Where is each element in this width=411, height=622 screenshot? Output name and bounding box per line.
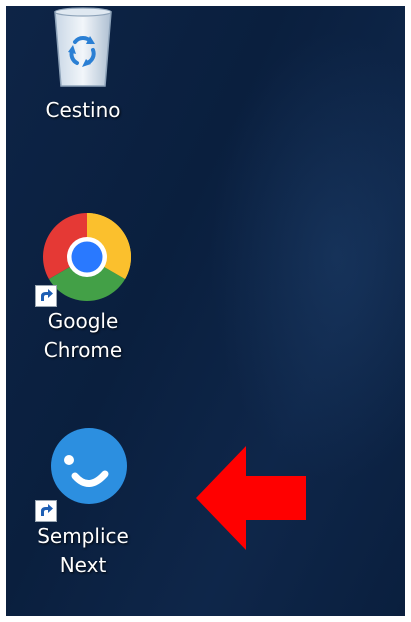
desktop-icon-label: Google Chrome: [43, 309, 123, 362]
desktop-icon-cestino[interactable]: Cestino: [28, 6, 138, 125]
desktop-icon-label: Cestino: [45, 98, 121, 122]
desktop-icon-google-chrome[interactable]: Google Chrome: [28, 211, 138, 365]
red-arrow-left-icon: [196, 446, 306, 550]
desktop-icon-label: Semplice Next: [37, 524, 129, 577]
recycle-bin-icon: [35, 6, 131, 96]
chrome-icon: [35, 211, 131, 307]
shortcut-arrow-icon: [35, 285, 57, 307]
desktop: Cestino Google Chrome Semplice Next: [6, 6, 405, 616]
semplice-next-icon: [35, 426, 131, 522]
desktop-icon-semplice-next[interactable]: Semplice Next: [28, 426, 138, 580]
shortcut-arrow-icon: [35, 500, 57, 522]
